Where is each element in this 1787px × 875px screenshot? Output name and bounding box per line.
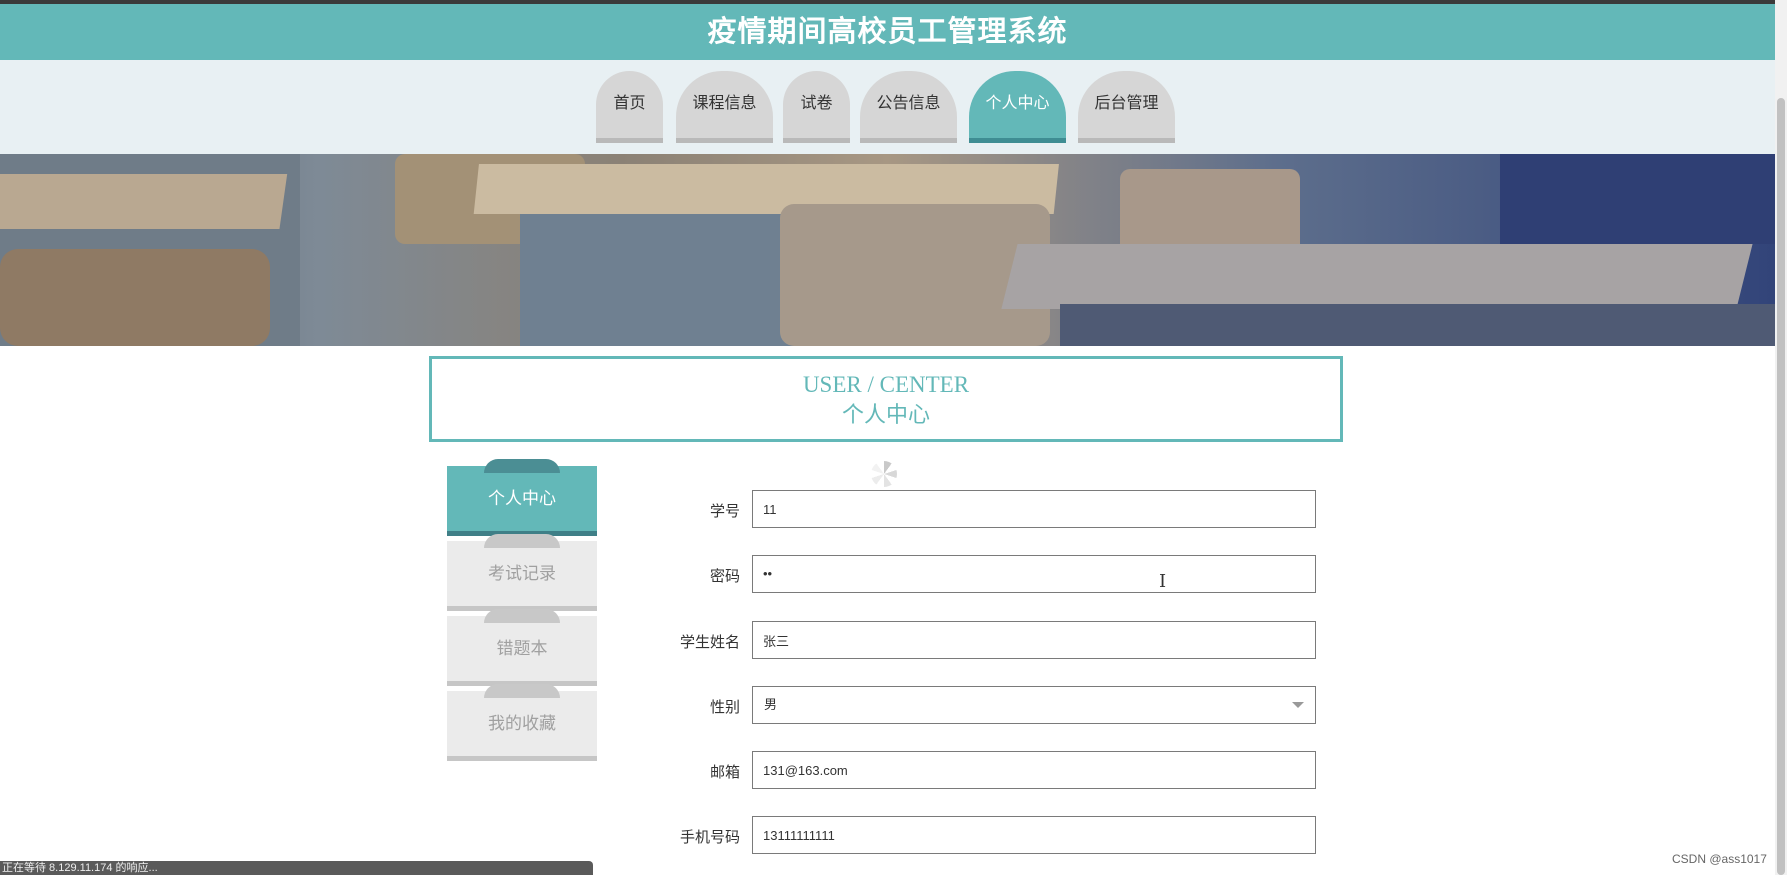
student-name-label: 学生姓名 bbox=[679, 634, 740, 651]
sidebar-item-user-center[interactable]: 个人中心 bbox=[447, 459, 597, 536]
gender-selected-value: 男 bbox=[752, 686, 1316, 724]
page-scrollbar[interactable] bbox=[1775, 0, 1787, 875]
sidebar-item-label: 错题本 bbox=[496, 639, 548, 658]
student-id-input[interactable] bbox=[752, 490, 1316, 528]
section-title-en: USER / CENTER bbox=[802, 372, 970, 397]
nav-course-info[interactable]: 课程信息 bbox=[676, 71, 773, 143]
chevron-down-icon bbox=[1292, 702, 1304, 708]
main-nav: 首页 课程信息 试卷 公告信息 个人中心 后台管理 bbox=[0, 60, 1775, 154]
student-name-input[interactable] bbox=[752, 621, 1316, 659]
nav-announcements[interactable]: 公告信息 bbox=[860, 71, 957, 143]
text-cursor-icon: I bbox=[1159, 571, 1167, 592]
gender-label: 性别 bbox=[709, 699, 740, 716]
password-label: 密码 bbox=[709, 568, 740, 585]
sidebar-item-favorites[interactable]: 我的收藏 bbox=[447, 684, 597, 761]
loading-spinner-icon bbox=[871, 461, 897, 487]
nav-exam-paper[interactable]: 试卷 bbox=[783, 71, 850, 143]
nav-user-center[interactable]: 个人中心 bbox=[969, 71, 1066, 143]
browser-status-bar: 正在等待 8.129.11.174 的响应... bbox=[0, 861, 593, 875]
tab-cap-decoration bbox=[484, 459, 560, 473]
student-id-label: 学号 bbox=[709, 503, 740, 520]
nav-home[interactable]: 首页 bbox=[596, 71, 663, 143]
sidebar-item-label: 个人中心 bbox=[488, 489, 556, 508]
phone-label: 手机号码 bbox=[679, 829, 740, 846]
section-title-box: USER / CENTER 个人中心 bbox=[429, 356, 1343, 442]
sidebar-item-label: 我的收藏 bbox=[488, 714, 556, 733]
site-title: 疫情期间高校员工管理系统 bbox=[707, 16, 1068, 48]
watermark: CSDN @ass1017 bbox=[1672, 852, 1767, 866]
banner-image bbox=[0, 154, 1775, 346]
email-input[interactable] bbox=[752, 751, 1316, 789]
page-header: 疫情期间高校员工管理系统 bbox=[0, 4, 1775, 60]
phone-input[interactable] bbox=[752, 816, 1316, 854]
scrollbar-thumb[interactable] bbox=[1777, 98, 1785, 875]
tab-cap-decoration bbox=[484, 609, 560, 623]
sidebar-item-label: 考试记录 bbox=[488, 564, 556, 583]
tab-cap-decoration bbox=[484, 684, 560, 698]
gender-select[interactable]: 男 bbox=[752, 686, 1316, 724]
nav-admin[interactable]: 后台管理 bbox=[1078, 71, 1175, 143]
email-label: 邮箱 bbox=[709, 764, 740, 781]
sidebar-item-exam-records[interactable]: 考试记录 bbox=[447, 534, 597, 611]
tab-cap-decoration bbox=[484, 534, 560, 548]
section-title-cn: 个人中心 bbox=[841, 402, 930, 427]
classroom-desks-illustration bbox=[0, 154, 1775, 346]
sidebar-item-wrong-questions[interactable]: 错题本 bbox=[447, 609, 597, 686]
password-input[interactable]: •• bbox=[752, 555, 1316, 593]
